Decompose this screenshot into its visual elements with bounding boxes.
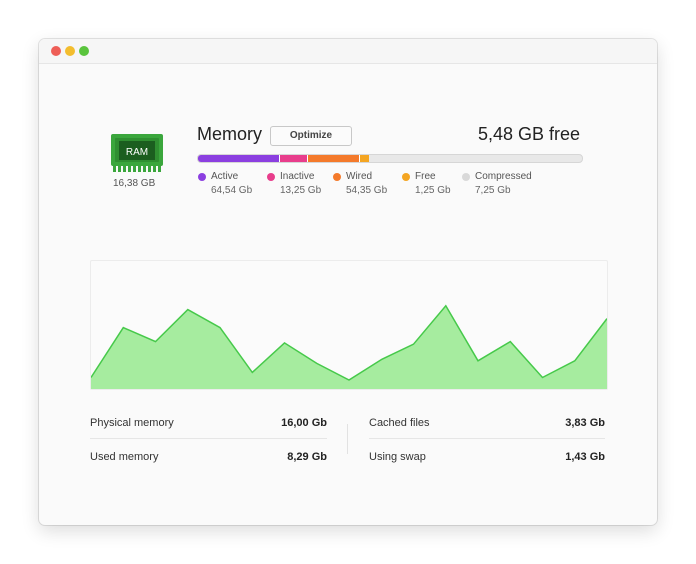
legend-dot <box>267 173 275 181</box>
legend-dot <box>333 173 341 181</box>
legend-value: 54,35 Gb <box>346 185 388 196</box>
ram-chip-label: RAM <box>126 147 148 158</box>
optimize-button[interactable]: Optimize <box>270 126 352 146</box>
legend-name: Active <box>211 171 239 182</box>
using-swap-label: Using swap <box>369 451 426 463</box>
legend-value: 64,54 Gb <box>211 185 253 196</box>
physical-memory-label: Physical memory <box>90 417 174 429</box>
wired-segment <box>306 155 360 162</box>
inactive-segment <box>278 155 307 162</box>
divider <box>369 438 605 439</box>
column-divider <box>347 424 348 454</box>
memory-title: Memory <box>197 124 263 144</box>
cached-files-value: 3,83 Gb <box>565 417 605 429</box>
chart-area <box>91 305 607 389</box>
ram-chip-icon: RAM <box>111 132 163 179</box>
app-window: RAM 16,38 GB Memory Optimize 5,48 GB fre… <box>39 39 657 525</box>
legend-value: 7,25 Gb <box>475 185 511 196</box>
divider <box>90 438 327 439</box>
legend-value: 13,25 Gb <box>280 185 322 196</box>
memory-chart-svg <box>91 304 607 389</box>
used-memory-label: Used memory <box>90 451 159 463</box>
close-window-button[interactable] <box>51 46 61 56</box>
legend-dot <box>402 173 410 181</box>
legend-name: Free <box>415 171 436 182</box>
legend-name: Wired <box>346 171 373 182</box>
memory-pressure-chart <box>90 260 608 390</box>
cached-files-label: Cached files <box>369 417 430 429</box>
physical-memory-value: 16,00 Gb <box>281 417 327 429</box>
memory-usage-bar <box>197 154 583 163</box>
free-segment <box>359 155 369 162</box>
legend-dot <box>462 173 470 181</box>
active-segment <box>198 155 279 162</box>
zoom-window-button[interactable] <box>79 46 89 56</box>
ram-total-size: 16,38 GB <box>113 178 156 189</box>
free-memory-label: 5,48 GB free <box>477 124 580 144</box>
legend-name: Compressed <box>475 171 532 182</box>
legend-value: 1,25 Gb <box>415 185 451 196</box>
legend-dot <box>198 173 206 181</box>
using-swap-value: 1,43 Gb <box>565 451 605 463</box>
used-memory-value: 8,29 Gb <box>287 451 327 463</box>
title-bar <box>39 39 657 64</box>
legend-name: Inactive <box>280 171 315 182</box>
minimize-window-button[interactable] <box>65 46 75 56</box>
